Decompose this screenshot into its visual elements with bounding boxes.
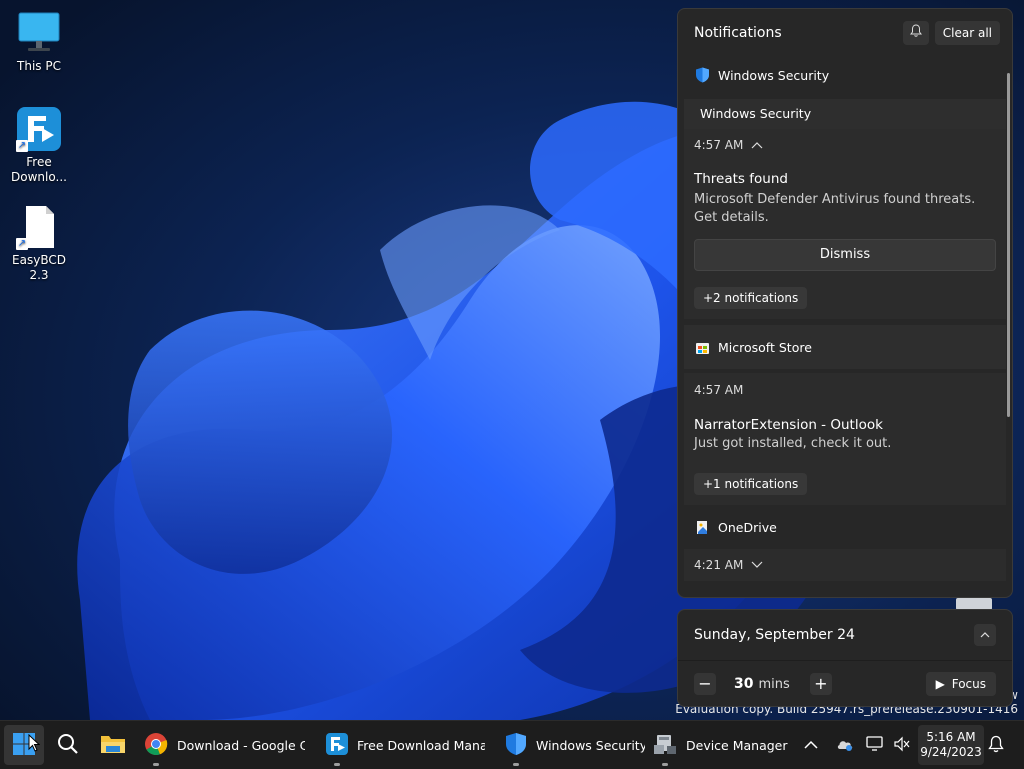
notification-time: 4:57 AM [694, 383, 744, 397]
cloud-icon [836, 737, 854, 754]
more-notifications-button[interactable]: +2 notifications [694, 287, 808, 309]
notification-card-store[interactable]: 4:57 AM NarratorExtension - Outlook Just… [684, 373, 1006, 505]
minus-icon: − [698, 674, 712, 693]
store-icon [694, 339, 710, 355]
app-header-microsoft-store[interactable]: Microsoft Store [684, 325, 1006, 369]
notification-card-threats[interactable]: 4:57 AM Threats found Microsoft Defender… [684, 129, 1006, 319]
group-subheader: Windows Security [684, 99, 1006, 129]
do-not-disturb-button[interactable] [902, 21, 929, 45]
taskbar-item-free-download-manager[interactable]: Free Download Manage [326, 721, 491, 769]
calendar-expand-button[interactable] [974, 624, 996, 646]
device-manager-icon [653, 733, 677, 758]
shield-icon [694, 67, 710, 83]
notification-center: Notifications Clear all Windows Security… [677, 8, 1013, 598]
notification-time-row: 4:57 AM [694, 129, 996, 161]
clock-date: 9/24/2023 [920, 745, 982, 759]
bell-snooze-icon [909, 24, 923, 42]
app-header-onedrive[interactable]: OneDrive [678, 505, 1012, 549]
clear-all-button[interactable]: Clear all [934, 21, 1000, 45]
taskbar-label: Windows Security [536, 737, 645, 753]
app-header-windows-security[interactable]: Windows Security [678, 57, 1012, 93]
taskbar-item-chrome[interactable]: Download - Google Chr [144, 721, 314, 769]
network-tray-icon[interactable] [866, 721, 884, 769]
fdm-app-icon [326, 732, 348, 758]
taskbar: Download - Google Chr Free Download Mana… [0, 720, 1024, 769]
notification-title-text: NarratorExtension - Outlook [694, 417, 883, 433]
focus-session-row: − 30 mins + ▶ Focus [678, 661, 1012, 707]
shield-icon [505, 732, 527, 759]
notification-title-text: Threats found [694, 171, 788, 187]
notification-title: Notifications [694, 25, 782, 41]
desktop-icon-this-pc[interactable]: This PC [4, 10, 74, 74]
clock-time: 5:16 AM [926, 730, 976, 744]
chevron-up-icon [804, 738, 818, 753]
chevron-up-icon [980, 628, 990, 641]
decrease-focus-time-button[interactable]: − [694, 673, 716, 695]
notification-body-text: Just got installed, check it out. [694, 436, 892, 451]
file-icon: ↗ [16, 204, 62, 250]
search-icon [57, 733, 79, 758]
show-hidden-icons-button[interactable] [804, 721, 818, 769]
notification-time: 4:57 AM [694, 138, 744, 152]
increase-focus-time-button[interactable]: + [809, 673, 832, 695]
notification-center-button[interactable] [988, 721, 1004, 769]
focus-minutes-unit: mins [758, 676, 790, 692]
mouse-cursor-icon [28, 733, 41, 756]
calendar-date[interactable]: Sunday, September 24 [694, 627, 974, 643]
chevron-up-icon[interactable] [751, 139, 763, 152]
notification-scrollbar[interactable] [1007, 73, 1010, 417]
desktop-icon-free-download-manager[interactable]: ↗ Free Downlo... [4, 106, 74, 185]
play-icon: ▶ [935, 677, 945, 691]
onedrive-icon [694, 519, 710, 535]
speaker-muted-icon [893, 736, 911, 755]
taskbar-item-windows-security[interactable]: Windows Security [505, 721, 645, 769]
focus-label: Focus [951, 677, 986, 691]
monitor-icon [16, 10, 62, 56]
running-indicator [662, 763, 668, 766]
volume-tray-icon[interactable] [893, 721, 911, 769]
taskbar-label: Free Download Manage [357, 737, 485, 753]
shortcut-arrow-icon: ↗ [16, 140, 28, 152]
running-indicator [153, 763, 159, 766]
taskbar-item-device-manager[interactable]: Device Manager [653, 721, 788, 769]
notification-time: 4:21 AM [694, 558, 744, 572]
search-button[interactable] [57, 721, 79, 769]
fdm-app-icon: ↗ [16, 106, 62, 152]
calendar-panel: Sunday, September 24 − 30 mins + ▶ Focus [677, 609, 1013, 707]
onedrive-tray-icon[interactable] [836, 721, 854, 769]
running-indicator [513, 763, 519, 766]
folder-icon [100, 733, 126, 758]
desktop-icon-label: Free Downlo... [11, 155, 67, 184]
notification-time-row: 4:57 AM [694, 373, 996, 407]
focus-minutes-value: 30 [734, 676, 754, 692]
calendar-header: Sunday, September 24 [678, 610, 1012, 661]
app-name: Microsoft Store [718, 339, 812, 355]
more-notifications-button[interactable]: +1 notifications [694, 473, 808, 495]
plus-icon: + [814, 674, 828, 693]
chevron-down-icon[interactable] [751, 559, 763, 572]
notification-header: Notifications Clear all [678, 9, 1012, 57]
monitor-network-icon [866, 735, 884, 755]
desktop-icon-easybcd[interactable]: ↗ EasyBCD 2.3 [4, 204, 74, 283]
running-indicator [334, 763, 340, 766]
desktop-icon-label: This PC [17, 59, 61, 73]
notification-card-onedrive[interactable]: 4:21 AM [684, 549, 1006, 581]
shortcut-arrow-icon: ↗ [16, 238, 28, 250]
app-name: OneDrive [718, 519, 777, 535]
dismiss-button[interactable]: Dismiss [694, 239, 996, 271]
file-explorer-button[interactable] [100, 721, 126, 769]
notification-time-row: 4:21 AM [694, 549, 996, 581]
taskbar-label: Device Manager [686, 737, 788, 753]
chrome-icon [144, 732, 168, 759]
app-name: Windows Security [718, 67, 830, 83]
clock[interactable]: 5:16 AM 9/24/2023 [918, 725, 984, 765]
notification-body-text: Microsoft Defender Antivirus found threa… [694, 192, 976, 225]
focus-button[interactable]: ▶ Focus [925, 672, 996, 696]
desktop-icon-label: EasyBCD 2.3 [12, 253, 66, 282]
bell-icon [988, 735, 1004, 756]
taskbar-label: Download - Google Chr [177, 737, 305, 753]
